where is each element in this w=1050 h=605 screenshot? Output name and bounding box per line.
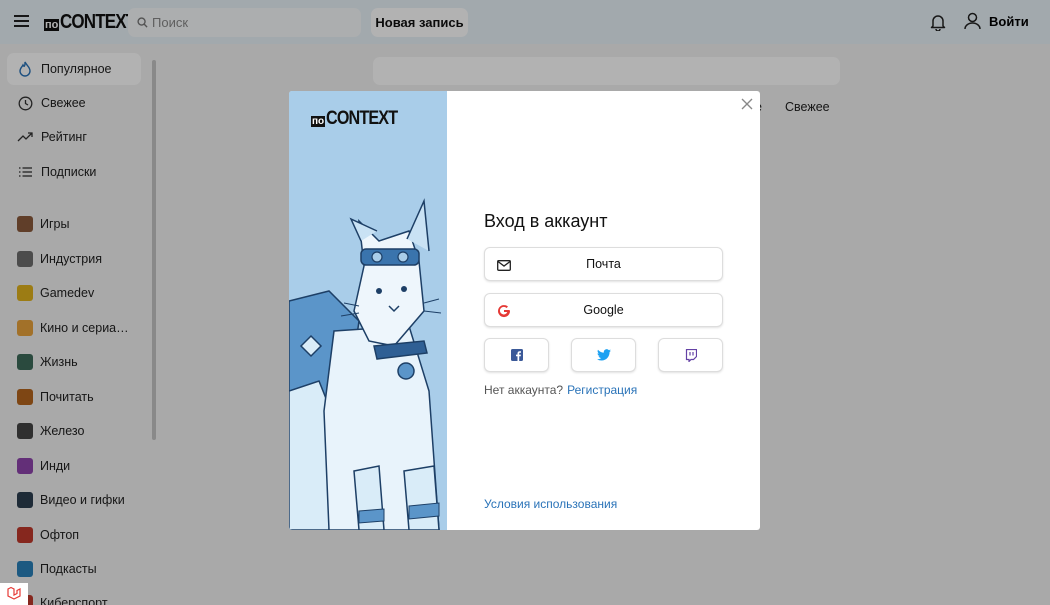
logo-text: CONTEXT (326, 108, 398, 129)
google-icon (497, 304, 511, 318)
google-login-label: Google (583, 303, 624, 317)
terms-link[interactable]: Условия использования (484, 497, 617, 511)
laravel-icon[interactable] (0, 583, 28, 605)
twitch-icon (685, 348, 697, 362)
twitch-login-button[interactable] (658, 338, 723, 372)
email-login-button[interactable]: Почта (484, 247, 723, 281)
modal-title: Вход в аккаунт (484, 211, 608, 231)
facebook-icon (510, 349, 523, 361)
mail-icon (497, 258, 511, 272)
login-modal: по CONTEXT Вход в аккаунт Почта Google Н… (289, 91, 760, 530)
logo-prefix: по (311, 116, 326, 127)
twitter-icon (596, 349, 611, 361)
facebook-login-button[interactable] (484, 338, 549, 372)
no-account-text: Нет аккаунта? Регистрация (484, 383, 637, 397)
no-account-label: Нет аккаунта? (484, 383, 564, 397)
cat-illustration (289, 91, 447, 530)
register-link[interactable]: Регистрация (567, 383, 637, 397)
modal-illustration: по CONTEXT (289, 91, 447, 530)
google-login-button[interactable]: Google (484, 293, 723, 327)
modal-logo: по CONTEXT (311, 109, 410, 129)
close-icon[interactable] (741, 98, 753, 110)
email-login-label: Почта (586, 257, 621, 271)
twitter-login-button[interactable] (571, 338, 636, 372)
